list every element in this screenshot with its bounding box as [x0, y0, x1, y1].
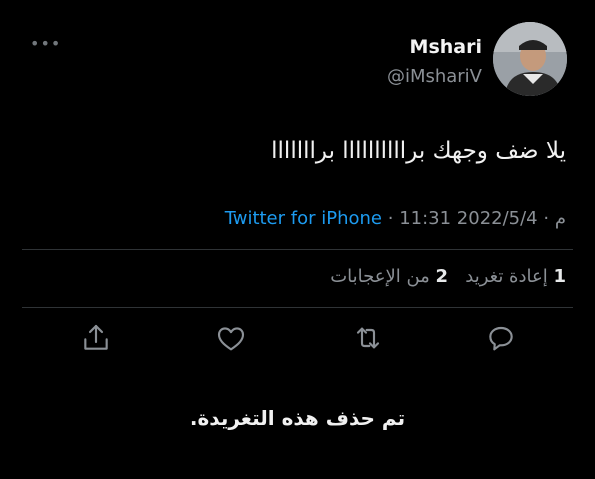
- retweets-label: إعادة تغريد: [465, 266, 548, 287]
- separator: ·: [387, 208, 394, 229]
- tweet-text: يلا ضف وجهك براااااااااا برااااااا: [271, 138, 566, 164]
- heart-icon: [217, 327, 245, 351]
- share-icon: [84, 324, 108, 350]
- tweet-actions: [0, 322, 595, 358]
- author-handle[interactable]: @iMshariV: [387, 66, 482, 87]
- retweets-stat[interactable]: 1 إعادة تغريد: [465, 266, 566, 287]
- reply-button[interactable]: [485, 322, 517, 354]
- retweet-button[interactable]: [352, 322, 384, 354]
- retweets-count: 1: [553, 266, 566, 287]
- likes-label: من الإعجابات: [330, 266, 430, 287]
- more-horizontal-icon: •••: [30, 34, 62, 53]
- like-button[interactable]: [215, 322, 247, 354]
- deleted-notice: تم حذف هذه التغريدة.: [189, 406, 406, 430]
- likes-count: 2: [435, 266, 449, 287]
- tweet-meta: Twitter for iPhone · 11:31 م · 2022/5/4: [225, 208, 566, 229]
- share-button[interactable]: [80, 322, 112, 354]
- tweet-date[interactable]: 2022/5/4: [457, 208, 538, 229]
- avatar[interactable]: [493, 22, 567, 96]
- tweet-stats: 1 إعادة تغريد 2 من الإعجابات: [330, 266, 566, 287]
- tweet-card: ••• Mshari @iMshariV يلا ضف وجهك برااااا…: [0, 0, 595, 479]
- likes-stat[interactable]: 2 من الإعجابات: [330, 266, 448, 287]
- tweet-source-link[interactable]: Twitter for iPhone: [225, 208, 382, 229]
- more-options-button[interactable]: •••: [30, 36, 61, 52]
- divider: [22, 307, 573, 308]
- divider: [22, 249, 573, 250]
- reply-icon: [489, 326, 513, 351]
- author-name[interactable]: Mshari: [410, 36, 482, 58]
- separator: ·: [543, 208, 550, 229]
- retweet-icon: [356, 327, 380, 349]
